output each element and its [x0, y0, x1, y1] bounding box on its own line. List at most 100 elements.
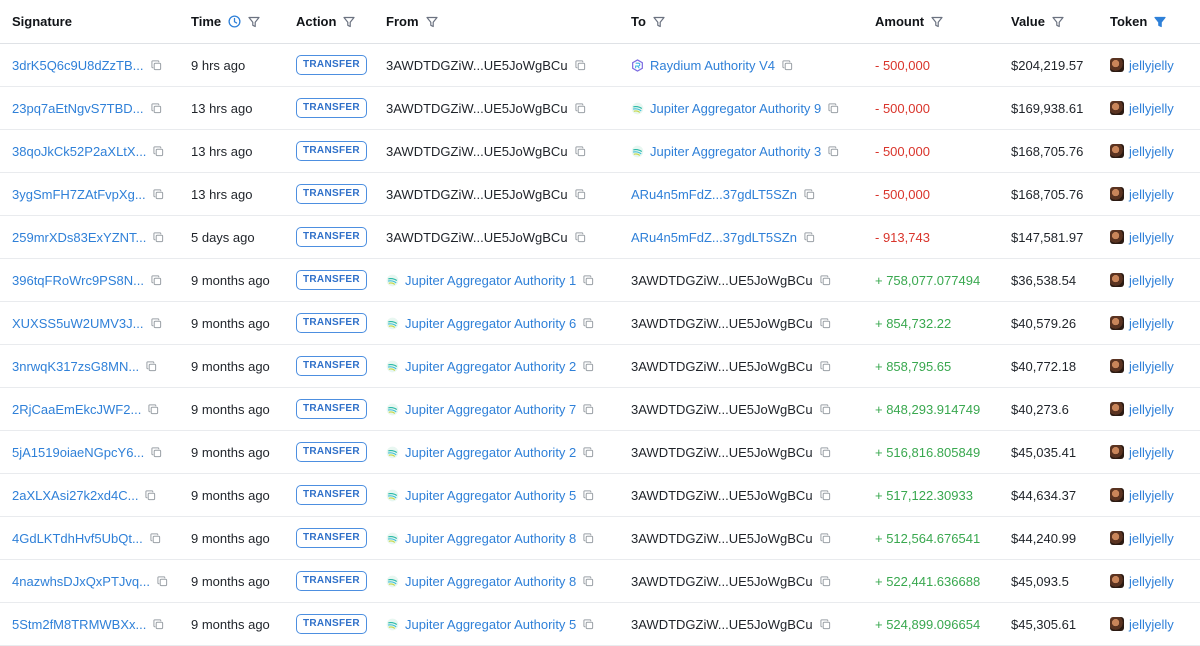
- to-cell: 3AWDTDGZiW...UE5JoWgBCu: [619, 445, 863, 460]
- copy-icon[interactable]: [804, 231, 815, 243]
- copy-icon[interactable]: [150, 59, 162, 71]
- token-link[interactable]: jellyjelly: [1129, 58, 1174, 73]
- copy-icon[interactable]: [583, 317, 594, 329]
- signature-link[interactable]: 396tqFRoWrc9PS8N...: [12, 273, 144, 288]
- entity-name-link[interactable]: Jupiter Aggregator Authority 9: [650, 101, 821, 116]
- copy-icon[interactable]: [583, 575, 594, 587]
- copy-icon[interactable]: [583, 489, 594, 501]
- copy-icon[interactable]: [819, 446, 831, 458]
- address-link[interactable]: ARu4n5mFdZ...37gdLT5SZn: [631, 187, 797, 202]
- copy-icon[interactable]: [153, 618, 164, 630]
- copy-icon[interactable]: [574, 231, 586, 243]
- copy-icon[interactable]: [819, 618, 831, 630]
- token-link[interactable]: jellyjelly: [1129, 316, 1174, 331]
- token-link[interactable]: jellyjelly: [1129, 101, 1174, 116]
- copy-icon[interactable]: [583, 532, 594, 544]
- token-link[interactable]: jellyjelly: [1129, 617, 1174, 632]
- copy-icon[interactable]: [819, 317, 831, 329]
- token-link[interactable]: jellyjelly: [1129, 230, 1174, 245]
- token-link[interactable]: jellyjelly: [1129, 574, 1174, 589]
- filter-icon[interactable]: [931, 16, 943, 28]
- filter-icon[interactable]: [1052, 16, 1064, 28]
- signature-link[interactable]: 38qoJkCk52P2aXLtX...: [12, 144, 146, 159]
- signature-link[interactable]: 259mrXDs83ExYZNT...: [12, 230, 146, 245]
- address-link[interactable]: ARu4n5mFdZ...37gdLT5SZn: [631, 230, 797, 245]
- copy-icon[interactable]: [583, 274, 594, 286]
- signature-link[interactable]: 3drK5Q6c9U8dZzTB...: [12, 58, 144, 73]
- signature-cell: 23pq7aEtNgvS7TBD...: [0, 101, 179, 116]
- token-link[interactable]: jellyjelly: [1129, 445, 1174, 460]
- copy-icon[interactable]: [157, 575, 168, 587]
- copy-icon[interactable]: [819, 575, 831, 587]
- token-link[interactable]: jellyjelly: [1129, 531, 1174, 546]
- copy-icon[interactable]: [148, 403, 159, 415]
- copy-icon[interactable]: [583, 403, 594, 415]
- copy-icon[interactable]: [146, 360, 157, 372]
- token-link[interactable]: jellyjelly: [1129, 359, 1174, 374]
- signature-link[interactable]: 3ygSmFH7ZAtFvpXg...: [12, 187, 146, 202]
- entity-name-link[interactable]: Raydium Authority V4: [650, 58, 775, 73]
- filter-icon[interactable]: [653, 16, 665, 28]
- filter-icon[interactable]: [343, 16, 356, 28]
- clock-icon[interactable]: [228, 15, 241, 28]
- token-link[interactable]: jellyjelly: [1129, 488, 1174, 503]
- entity-name-link[interactable]: Jupiter Aggregator Authority 2: [405, 445, 576, 460]
- copy-icon[interactable]: [145, 489, 156, 501]
- signature-link[interactable]: 2aXLXAsi27k2xd4C...: [12, 488, 138, 503]
- time-cell: 9 months ago: [179, 574, 284, 589]
- entity-name-link[interactable]: Jupiter Aggregator Authority 1: [405, 273, 576, 288]
- copy-icon[interactable]: [151, 274, 162, 286]
- copy-icon[interactable]: [150, 102, 162, 114]
- signature-link[interactable]: 4nazwhsDJxQxPTJvq...: [12, 574, 150, 589]
- copy-icon[interactable]: [150, 532, 161, 544]
- entity-name-link[interactable]: Jupiter Aggregator Authority 3: [650, 144, 821, 159]
- entity-name-link[interactable]: Jupiter Aggregator Authority 8: [405, 574, 576, 589]
- time-text: 13 hrs ago: [191, 186, 253, 202]
- copy-icon[interactable]: [819, 274, 831, 286]
- copy-icon[interactable]: [153, 231, 164, 243]
- copy-icon[interactable]: [153, 145, 164, 157]
- copy-icon[interactable]: [828, 145, 839, 157]
- copy-icon[interactable]: [151, 446, 162, 458]
- copy-icon[interactable]: [583, 360, 594, 372]
- entity-name-link[interactable]: Jupiter Aggregator Authority 2: [405, 359, 576, 374]
- token-cell: jellyjelly: [1098, 58, 1200, 73]
- copy-icon[interactable]: [819, 532, 831, 544]
- signature-cell: 4nazwhsDJxQxPTJvq...: [0, 574, 179, 589]
- filter-icon[interactable]: [425, 16, 438, 28]
- copy-icon[interactable]: [583, 446, 594, 458]
- copy-icon[interactable]: [804, 188, 815, 200]
- copy-icon[interactable]: [583, 618, 594, 630]
- entity-name-link[interactable]: Jupiter Aggregator Authority 8: [405, 531, 576, 546]
- signature-link[interactable]: 5Stm2fM8TRMWBXx...: [12, 617, 146, 632]
- copy-icon[interactable]: [153, 188, 164, 200]
- copy-icon[interactable]: [782, 59, 793, 71]
- signature-link[interactable]: 23pq7aEtNgvS7TBD...: [12, 101, 144, 116]
- copy-icon[interactable]: [574, 59, 586, 71]
- entity-name-link[interactable]: Jupiter Aggregator Authority 5: [405, 617, 576, 632]
- copy-icon[interactable]: [574, 188, 586, 200]
- entity-name-link[interactable]: Jupiter Aggregator Authority 5: [405, 488, 576, 503]
- entity-name-link[interactable]: Jupiter Aggregator Authority 7: [405, 402, 576, 417]
- copy-icon[interactable]: [574, 145, 586, 157]
- copy-icon[interactable]: [574, 102, 586, 114]
- filter-active-icon[interactable]: [1154, 16, 1166, 28]
- copy-icon[interactable]: [828, 102, 839, 114]
- entity-name-link[interactable]: Jupiter Aggregator Authority 6: [405, 316, 576, 331]
- signature-link[interactable]: 3nrwqK317zsG8MN...: [12, 359, 139, 374]
- token-link[interactable]: jellyjelly: [1129, 144, 1174, 159]
- token-link[interactable]: jellyjelly: [1129, 187, 1174, 202]
- token-link[interactable]: jellyjelly: [1129, 402, 1174, 417]
- signature-link[interactable]: XUXSS5uW2UMV3J...: [12, 316, 144, 331]
- signature-link[interactable]: 4GdLKTdhHvf5UbQt...: [12, 531, 143, 546]
- action-cell: TRANSFER: [284, 528, 374, 548]
- time-text: 9 months ago: [191, 401, 270, 417]
- copy-icon[interactable]: [819, 403, 831, 415]
- copy-icon[interactable]: [150, 317, 162, 329]
- filter-icon[interactable]: [248, 16, 260, 28]
- signature-link[interactable]: 5jA1519oiaeNGpcY6...: [12, 445, 144, 460]
- token-link[interactable]: jellyjelly: [1129, 273, 1174, 288]
- copy-icon[interactable]: [819, 360, 831, 372]
- signature-link[interactable]: 2RjCaaEmEkcJWF2...: [12, 402, 141, 417]
- copy-icon[interactable]: [819, 489, 831, 501]
